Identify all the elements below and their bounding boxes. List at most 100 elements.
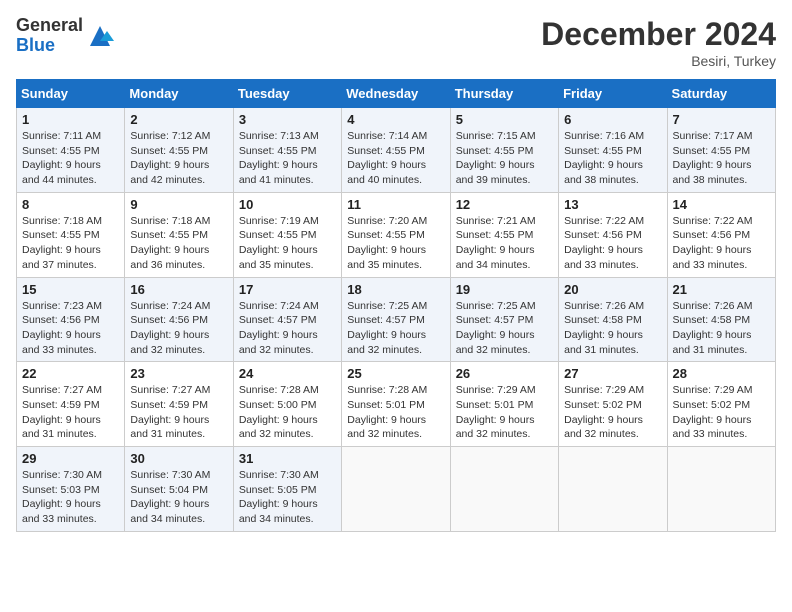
day-number: 27 bbox=[564, 366, 661, 381]
day-info: Sunrise: 7:11 AM Sunset: 4:55 PM Dayligh… bbox=[22, 129, 119, 188]
day-number: 26 bbox=[456, 366, 553, 381]
calendar-cell: 6 Sunrise: 7:16 AM Sunset: 4:55 PM Daylig… bbox=[559, 108, 667, 193]
day-number: 29 bbox=[22, 451, 119, 466]
day-info: Sunrise: 7:24 AM Sunset: 4:56 PM Dayligh… bbox=[130, 299, 227, 358]
day-info: Sunrise: 7:23 AM Sunset: 4:56 PM Dayligh… bbox=[22, 299, 119, 358]
day-number: 23 bbox=[130, 366, 227, 381]
day-number: 21 bbox=[673, 282, 770, 297]
day-number: 9 bbox=[130, 197, 227, 212]
day-info: Sunrise: 7:29 AM Sunset: 5:02 PM Dayligh… bbox=[673, 383, 770, 442]
calendar-cell: 27 Sunrise: 7:29 AM Sunset: 5:02 PM Dayli… bbox=[559, 362, 667, 447]
calendar-cell: 16 Sunrise: 7:24 AM Sunset: 4:56 PM Dayli… bbox=[125, 277, 233, 362]
day-number: 7 bbox=[673, 112, 770, 127]
header-day: Thursday bbox=[450, 80, 558, 108]
calendar-cell: 2Sunrise: 7:12 AM Sunset: 4:55 PM Daylig… bbox=[125, 108, 233, 193]
day-info: Sunrise: 7:26 AM Sunset: 4:58 PM Dayligh… bbox=[564, 299, 661, 358]
calendar-cell: 30 Sunrise: 7:30 AM Sunset: 5:04 PM Dayli… bbox=[125, 447, 233, 532]
calendar-week-row: 22 Sunrise: 7:27 AM Sunset: 4:59 PM Dayli… bbox=[17, 362, 776, 447]
calendar-week-row: 8 Sunrise: 7:18 AM Sunset: 4:55 PM Daylig… bbox=[17, 192, 776, 277]
calendar-cell: 18Sunrise: 7:25 AM Sunset: 4:57 PM Dayli… bbox=[342, 277, 450, 362]
day-info: Sunrise: 7:25 AM Sunset: 4:57 PM Dayligh… bbox=[347, 299, 444, 358]
day-number: 28 bbox=[673, 366, 770, 381]
day-info: Sunrise: 7:12 AM Sunset: 4:55 PM Dayligh… bbox=[130, 129, 227, 188]
day-number: 22 bbox=[22, 366, 119, 381]
location-title: Besiri, Turkey bbox=[541, 53, 776, 69]
calendar-cell: 23 Sunrise: 7:27 AM Sunset: 4:59 PM Dayli… bbox=[125, 362, 233, 447]
day-info: Sunrise: 7:17 AM Sunset: 4:55 PM Dayligh… bbox=[673, 129, 770, 188]
calendar-cell: 28 Sunrise: 7:29 AM Sunset: 5:02 PM Dayli… bbox=[667, 362, 775, 447]
title-section: December 2024 Besiri, Turkey bbox=[541, 16, 776, 69]
header-day: Wednesday bbox=[342, 80, 450, 108]
calendar-cell: 14Sunrise: 7:22 AM Sunset: 4:56 PM Dayli… bbox=[667, 192, 775, 277]
logo-blue: Blue bbox=[16, 36, 83, 56]
day-number: 15 bbox=[22, 282, 119, 297]
header-day: Friday bbox=[559, 80, 667, 108]
day-number: 31 bbox=[239, 451, 336, 466]
header-day: Saturday bbox=[667, 80, 775, 108]
day-number: 13 bbox=[564, 197, 661, 212]
month-title: December 2024 bbox=[541, 16, 776, 53]
day-number: 8 bbox=[22, 197, 119, 212]
calendar-cell: 7 Sunrise: 7:17 AM Sunset: 4:55 PM Daylig… bbox=[667, 108, 775, 193]
day-info: Sunrise: 7:30 AM Sunset: 5:05 PM Dayligh… bbox=[239, 468, 336, 527]
calendar-cell: 26 Sunrise: 7:29 AM Sunset: 5:01 PM Dayli… bbox=[450, 362, 558, 447]
day-number: 20 bbox=[564, 282, 661, 297]
day-info: Sunrise: 7:28 AM Sunset: 5:01 PM Dayligh… bbox=[347, 383, 444, 442]
header-day: Sunday bbox=[17, 80, 125, 108]
day-info: Sunrise: 7:27 AM Sunset: 4:59 PM Dayligh… bbox=[130, 383, 227, 442]
day-info: Sunrise: 7:20 AM Sunset: 4:55 PM Dayligh… bbox=[347, 214, 444, 273]
calendar-cell: 9Sunrise: 7:18 AM Sunset: 4:55 PM Daylig… bbox=[125, 192, 233, 277]
calendar-cell: 19Sunrise: 7:25 AM Sunset: 4:57 PM Dayli… bbox=[450, 277, 558, 362]
day-number: 19 bbox=[456, 282, 553, 297]
header-row: SundayMondayTuesdayWednesdayThursdayFrid… bbox=[17, 80, 776, 108]
day-info: Sunrise: 7:16 AM Sunset: 4:55 PM Dayligh… bbox=[564, 129, 661, 188]
day-number: 17 bbox=[239, 282, 336, 297]
calendar-cell: 31 Sunrise: 7:30 AM Sunset: 5:05 PM Dayli… bbox=[233, 447, 341, 532]
calendar-body: 1Sunrise: 7:11 AM Sunset: 4:55 PM Daylig… bbox=[17, 108, 776, 532]
day-number: 25 bbox=[347, 366, 444, 381]
day-number: 6 bbox=[564, 112, 661, 127]
calendar-cell bbox=[559, 447, 667, 532]
header: General Blue December 2024 Besiri, Turke… bbox=[16, 16, 776, 69]
day-info: Sunrise: 7:29 AM Sunset: 5:02 PM Dayligh… bbox=[564, 383, 661, 442]
day-info: Sunrise: 7:18 AM Sunset: 4:55 PM Dayligh… bbox=[22, 214, 119, 273]
day-info: Sunrise: 7:30 AM Sunset: 5:03 PM Dayligh… bbox=[22, 468, 119, 527]
day-number: 11 bbox=[347, 197, 444, 212]
calendar-cell: 1Sunrise: 7:11 AM Sunset: 4:55 PM Daylig… bbox=[17, 108, 125, 193]
calendar-header: SundayMondayTuesdayWednesdayThursdayFrid… bbox=[17, 80, 776, 108]
day-info: Sunrise: 7:29 AM Sunset: 5:01 PM Dayligh… bbox=[456, 383, 553, 442]
day-info: Sunrise: 7:14 AM Sunset: 4:55 PM Dayligh… bbox=[347, 129, 444, 188]
day-info: Sunrise: 7:15 AM Sunset: 4:55 PM Dayligh… bbox=[456, 129, 553, 188]
calendar-week-row: 1Sunrise: 7:11 AM Sunset: 4:55 PM Daylig… bbox=[17, 108, 776, 193]
day-info: Sunrise: 7:26 AM Sunset: 4:58 PM Dayligh… bbox=[673, 299, 770, 358]
calendar: SundayMondayTuesdayWednesdayThursdayFrid… bbox=[16, 79, 776, 532]
calendar-cell bbox=[450, 447, 558, 532]
day-info: Sunrise: 7:19 AM Sunset: 4:55 PM Dayligh… bbox=[239, 214, 336, 273]
calendar-cell: 11 Sunrise: 7:20 AM Sunset: 4:55 PM Dayli… bbox=[342, 192, 450, 277]
calendar-cell: 20 Sunrise: 7:26 AM Sunset: 4:58 PM Dayli… bbox=[559, 277, 667, 362]
day-info: Sunrise: 7:30 AM Sunset: 5:04 PM Dayligh… bbox=[130, 468, 227, 527]
day-number: 3 bbox=[239, 112, 336, 127]
day-info: Sunrise: 7:27 AM Sunset: 4:59 PM Dayligh… bbox=[22, 383, 119, 442]
day-info: Sunrise: 7:24 AM Sunset: 4:57 PM Dayligh… bbox=[239, 299, 336, 358]
calendar-cell: 17 Sunrise: 7:24 AM Sunset: 4:57 PM Dayli… bbox=[233, 277, 341, 362]
calendar-cell: 29 Sunrise: 7:30 AM Sunset: 5:03 PM Dayli… bbox=[17, 447, 125, 532]
calendar-cell: 10 Sunrise: 7:19 AM Sunset: 4:55 PM Dayli… bbox=[233, 192, 341, 277]
day-number: 14 bbox=[673, 197, 770, 212]
day-number: 30 bbox=[130, 451, 227, 466]
calendar-week-row: 29 Sunrise: 7:30 AM Sunset: 5:03 PM Dayli… bbox=[17, 447, 776, 532]
calendar-week-row: 15 Sunrise: 7:23 AM Sunset: 4:56 PM Dayli… bbox=[17, 277, 776, 362]
calendar-cell: 22 Sunrise: 7:27 AM Sunset: 4:59 PM Dayli… bbox=[17, 362, 125, 447]
day-info: Sunrise: 7:13 AM Sunset: 4:55 PM Dayligh… bbox=[239, 129, 336, 188]
day-info: Sunrise: 7:22 AM Sunset: 4:56 PM Dayligh… bbox=[564, 214, 661, 273]
header-day: Tuesday bbox=[233, 80, 341, 108]
calendar-cell: 21 Sunrise: 7:26 AM Sunset: 4:58 PM Dayli… bbox=[667, 277, 775, 362]
day-info: Sunrise: 7:28 AM Sunset: 5:00 PM Dayligh… bbox=[239, 383, 336, 442]
day-number: 10 bbox=[239, 197, 336, 212]
day-number: 12 bbox=[456, 197, 553, 212]
calendar-cell: 15 Sunrise: 7:23 AM Sunset: 4:56 PM Dayli… bbox=[17, 277, 125, 362]
day-info: Sunrise: 7:21 AM Sunset: 4:55 PM Dayligh… bbox=[456, 214, 553, 273]
calendar-cell: 4 Sunrise: 7:14 AM Sunset: 4:55 PM Daylig… bbox=[342, 108, 450, 193]
day-number: 16 bbox=[130, 282, 227, 297]
day-number: 4 bbox=[347, 112, 444, 127]
